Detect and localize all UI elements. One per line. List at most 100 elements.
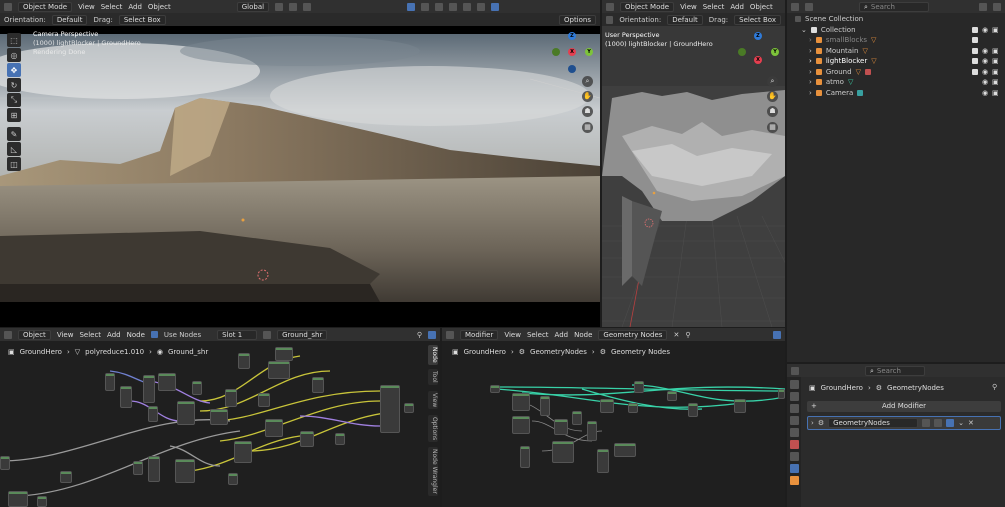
- options-dropdown[interactable]: Options: [558, 14, 596, 25]
- axis-neg-y-icon[interactable]: [738, 48, 746, 56]
- overlay-icon[interactable]: [773, 330, 781, 339]
- tool-tab-icon[interactable]: [789, 380, 799, 389]
- measure-tool-icon[interactable]: ◺: [7, 142, 21, 156]
- geometry-node[interactable]: [512, 393, 530, 411]
- geometry-node[interactable]: [490, 385, 500, 393]
- geometry-node-canvas[interactable]: ▣ GroundHero › ⚙ GeometryNodes › ⚙ Geometry…: [442, 341, 785, 507]
- shading-material-icon[interactable]: [477, 2, 486, 11]
- chevron-right-icon[interactable]: ›: [811, 419, 814, 427]
- outliner-item-atmo[interactable]: › atmo ▽ ◉ ▣: [795, 77, 1005, 88]
- tab-node[interactable]: Node: [428, 345, 438, 365]
- ortho-toggle-icon[interactable]: ▦: [582, 122, 593, 133]
- geometry-node[interactable]: [554, 419, 568, 435]
- modifier-panel[interactable]: › ⚙ GeometryNodes ⌄ ✕: [807, 416, 1001, 430]
- chevron-down-icon[interactable]: ⌄: [958, 419, 964, 427]
- axis-x-icon[interactable]: X: [754, 56, 762, 64]
- menu-select[interactable]: Select: [101, 3, 123, 11]
- overlay-icon[interactable]: [428, 330, 436, 339]
- exclude-checkbox[interactable]: [972, 68, 978, 75]
- shader-node[interactable]: [335, 433, 345, 445]
- menu-node[interactable]: Node: [574, 331, 592, 339]
- new-collection-icon[interactable]: [993, 2, 1001, 11]
- shading-render-icon[interactable]: [491, 2, 500, 11]
- render-tab-icon[interactable]: [789, 392, 799, 401]
- geometry-node[interactable]: [600, 399, 614, 413]
- move-tool-icon[interactable]: ✥: [7, 63, 21, 77]
- modifier-tab-icon[interactable]: [789, 464, 799, 473]
- shader-node[interactable]: [228, 473, 238, 485]
- mode-dropdown[interactable]: Object Mode: [18, 1, 73, 12]
- gizmo-icon[interactable]: [407, 2, 416, 11]
- shader-node[interactable]: [105, 373, 115, 391]
- editor-type-icon[interactable]: [4, 330, 12, 339]
- shader-node[interactable]: [265, 419, 283, 437]
- tab-node-wrangler[interactable]: Node Wrangler: [428, 447, 438, 496]
- shader-node[interactable]: [192, 381, 202, 395]
- shader-node[interactable]: [143, 375, 155, 403]
- geometry-node[interactable]: [552, 441, 574, 463]
- shader-node[interactable]: [8, 491, 28, 507]
- editor-type-icon[interactable]: [791, 366, 799, 375]
- shader-node[interactable]: [177, 401, 195, 425]
- camera-view-icon[interactable]: ☗: [767, 106, 778, 117]
- geometry-node[interactable]: [628, 403, 638, 413]
- particles-tab-icon[interactable]: [789, 476, 799, 485]
- transform-tool-icon[interactable]: ⊞: [7, 108, 21, 122]
- scale-tool-icon[interactable]: ⤡: [7, 93, 21, 107]
- shader-type-dropdown[interactable]: Object: [18, 329, 51, 340]
- axis-z-icon[interactable]: Z: [754, 32, 762, 40]
- display-mode-icon[interactable]: [805, 2, 813, 11]
- pivot-icon[interactable]: [275, 2, 284, 11]
- geometry-node[interactable]: [597, 449, 609, 473]
- add-cube-tool-icon[interactable]: ◫: [7, 157, 21, 171]
- menu-select[interactable]: Select: [79, 331, 101, 339]
- scene-tab-icon[interactable]: [789, 428, 799, 437]
- shader-node[interactable]: [404, 403, 414, 413]
- output-tab-icon[interactable]: [789, 404, 799, 413]
- editor-type-icon[interactable]: [606, 2, 614, 11]
- shader-node[interactable]: [300, 431, 314, 447]
- outliner-search-input[interactable]: ⌕ Search: [859, 1, 929, 12]
- select-tool-icon[interactable]: ⬚: [7, 33, 21, 47]
- xray-icon[interactable]: [435, 2, 444, 11]
- menu-view[interactable]: View: [680, 3, 697, 11]
- shader-node[interactable]: [0, 456, 10, 470]
- scene-collection-row[interactable]: Scene Collection: [795, 14, 1005, 25]
- eye-icon[interactable]: ◉: [982, 26, 988, 34]
- menu-add[interactable]: Add: [730, 3, 744, 11]
- pin-icon[interactable]: ⚲: [417, 331, 422, 339]
- overlay-icon[interactable]: [421, 2, 430, 11]
- shading-wire-icon[interactable]: [449, 2, 458, 11]
- camera-icon[interactable]: ▣: [992, 78, 999, 86]
- pan-icon[interactable]: ✋: [582, 91, 593, 102]
- proportional-icon[interactable]: [303, 2, 312, 11]
- axis-neg-z-icon[interactable]: [568, 65, 576, 73]
- pin-icon[interactable]: ⚲: [685, 331, 690, 339]
- geometry-context-dropdown[interactable]: Modifier: [460, 329, 499, 340]
- pan-icon[interactable]: ✋: [767, 91, 778, 102]
- shader-node[interactable]: [225, 389, 237, 407]
- shader-node[interactable]: [275, 347, 293, 361]
- shader-node[interactable]: [175, 459, 195, 483]
- eye-icon[interactable]: ◉: [982, 47, 988, 55]
- cursor-tool-icon[interactable]: ◎: [7, 48, 21, 62]
- material-sphere-icon[interactable]: [263, 330, 272, 339]
- rotate-tool-icon[interactable]: ↻: [7, 78, 21, 92]
- use-nodes-checkbox[interactable]: [150, 331, 158, 338]
- geometry-node[interactable]: [614, 443, 636, 457]
- menu-view[interactable]: View: [78, 3, 95, 11]
- filter-icon[interactable]: [979, 2, 987, 11]
- axis-z-icon[interactable]: Z: [568, 32, 576, 40]
- eye-icon[interactable]: ◉: [982, 89, 988, 97]
- slot-dropdown[interactable]: Slot 1: [217, 329, 258, 340]
- viewport-toggle-icon[interactable]: [934, 419, 943, 427]
- ortho-toggle-icon[interactable]: ▦: [767, 122, 778, 133]
- outliner-item-mountain[interactable]: › Mountain ▽ ◉ ▣: [795, 46, 1005, 57]
- geometry-node[interactable]: [688, 403, 698, 417]
- menu-view[interactable]: View: [504, 331, 521, 339]
- axis-y-icon[interactable]: Y: [771, 48, 779, 56]
- outliner-item-smallblocks[interactable]: › smallBlocks ▽: [795, 35, 1005, 46]
- menu-view[interactable]: View: [57, 331, 74, 339]
- shader-node[interactable]: [148, 456, 160, 482]
- shader-node[interactable]: [158, 373, 176, 391]
